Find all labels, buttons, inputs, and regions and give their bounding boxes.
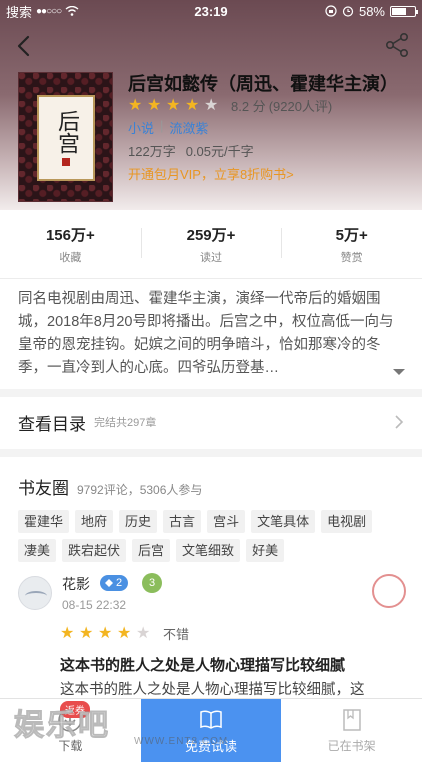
toc-label: 查看目录 [18, 414, 86, 434]
rotation-lock-icon [325, 5, 337, 17]
stat-value: 5万+ [335, 226, 368, 244]
back-button[interactable] [14, 34, 34, 58]
stat-label: 收藏 [59, 251, 82, 264]
user-level-badge: 2 [100, 575, 129, 591]
star-icon: ★ [147, 96, 162, 114]
comment-body: 这本书的胜人之处是人物心理描写比较细腻，这 [60, 682, 365, 698]
topic-tag[interactable]: 文笔具体 [251, 510, 316, 533]
topic-tag[interactable]: 电视剧 [321, 510, 373, 533]
star-icon: ★ [128, 96, 143, 114]
section-gap [0, 449, 422, 457]
category-link[interactable]: 小说 [128, 118, 154, 137]
section-gap [0, 389, 422, 397]
stat-favorites: 156万+ 收藏 [0, 224, 141, 265]
topic-tag[interactable]: 宫斗 [207, 510, 246, 533]
comment-date: 08-15 22:32 [62, 598, 127, 612]
book-rating: ★ ★ ★ ★ ★ 8.2 分 (9220人评) [128, 96, 332, 115]
stat-value: 156万+ [45, 226, 95, 244]
open-book-icon [200, 710, 222, 729]
star-icon: ★ [79, 624, 94, 642]
share-button[interactable] [384, 32, 410, 58]
comment-verdict: 不错 [163, 627, 190, 642]
carrier-label: 搜索 [6, 4, 33, 20]
star-empty-icon: ★ [136, 624, 151, 642]
comment-username[interactable]: 花影 [62, 574, 90, 594]
star-empty-icon: ★ [204, 96, 219, 114]
fan-icon [105, 579, 113, 587]
topic-tag[interactable]: 霍建华 [18, 510, 70, 533]
avatar[interactable] [18, 576, 52, 610]
alarm-icon [342, 6, 354, 17]
word-count: 122万字 [128, 144, 176, 159]
on-shelf-label: 已在书架 [327, 739, 376, 753]
stat-value: 259万+ [186, 226, 236, 244]
comment-rating: ★ ★ ★ ★ ★ 不错 [60, 624, 189, 643]
author-link[interactable]: 流潋紫 [169, 118, 208, 137]
bottom-action-bar: 下载 返券 免费试读 已在书架 [0, 698, 422, 762]
topic-tag[interactable]: 后宫 [132, 539, 171, 562]
expand-description-icon[interactable] [392, 367, 406, 377]
book-club-summary: 9792评论，5306人参与 [77, 483, 203, 497]
download-label: 下载 [58, 739, 83, 753]
user-level-value: 2 [116, 577, 123, 589]
status-bar: 搜索 ●●○○○ 23:19 58% [0, 0, 422, 22]
star-icon: ★ [117, 624, 132, 642]
topic-tags: 霍建华 地府 历史 古言 宫斗 文笔具体 电视剧 凄美 跌宕起伏 后宫 文笔细致… [18, 510, 408, 562]
cover-seal [62, 158, 70, 166]
topic-tag[interactable]: 古言 [163, 510, 202, 533]
coupon-badge: 返券 [60, 701, 90, 718]
toc-chapter-count: 完结共297章 [94, 417, 157, 429]
stat-read: 259万+ 读过 [140, 224, 282, 265]
topic-tag[interactable]: 文笔细致 [176, 539, 241, 562]
chevron-right-icon [395, 415, 404, 429]
meta-separator: | [160, 118, 164, 133]
stat-label: 赞赏 [340, 251, 363, 264]
divider [0, 278, 422, 279]
topic-tag[interactable]: 历史 [119, 510, 158, 533]
book-cover[interactable]: 后宫 [18, 72, 113, 202]
cover-card: 后宫 [37, 95, 95, 181]
book-meta-links: 小说 | 流潋紫 [128, 118, 208, 137]
stat-tips: 5万+ 赞赏 [281, 224, 422, 265]
book-club-header: 书友圈 9792评论，5306人参与 [18, 474, 202, 499]
price-per-thousand: 0.05元/千字 [185, 144, 254, 159]
battery-percent: 58% [358, 3, 385, 19]
free-trial-read-button[interactable]: 免费试读 [140, 699, 282, 762]
star-icon: ★ [185, 96, 200, 114]
book-club-title: 书友圈 [18, 479, 69, 498]
bookshelf-icon [342, 709, 361, 731]
wifi-icon [65, 6, 79, 16]
topic-tag[interactable]: 跌宕起伏 [62, 539, 127, 562]
topic-tag[interactable]: 地府 [75, 510, 114, 533]
battery-icon [390, 5, 418, 17]
table-of-contents-row[interactable]: 查看目录 完结共297章 [0, 397, 422, 447]
rating-score: 8.2 分 [231, 99, 266, 114]
on-shelf-button[interactable]: 已在书架 [281, 699, 422, 762]
cover-title: 后宫 [54, 110, 79, 154]
download-button[interactable]: 下载 返券 [0, 699, 141, 762]
book-description[interactable]: 同名电视剧由周迅、霍建华主演，演绎一代帝后的婚姻围城，2018年8月20号即将播… [18, 288, 406, 380]
book-size-info: 122万字 0.05元/千字 [128, 141, 254, 160]
vip-promo-link[interactable]: 开通包月VIP，立享8折购书> [128, 164, 294, 183]
star-icon: ★ [98, 624, 113, 642]
topic-tag[interactable]: 好美 [246, 539, 285, 562]
book-stats: 156万+ 收藏 259万+ 读过 5万+ 赞赏 [0, 210, 422, 278]
signal-icon: ●●○○○ [36, 5, 62, 17]
seal-stamp-icon [372, 574, 406, 608]
free-trial-read-label: 免费试读 [185, 739, 238, 754]
stat-label: 读过 [200, 251, 222, 264]
topic-tag[interactable]: 凄美 [18, 539, 57, 562]
user-medal-badge: 3 [142, 573, 162, 593]
star-icon: ★ [60, 624, 75, 642]
comment-heading: 这本书的胜人之处是人物心理描写比较细腻 [60, 657, 346, 674]
book-header: 搜索 ●●○○○ 23:19 58% 后宫 后宫如懿传（周迅、霍建华主演） ★ … [0, 0, 422, 210]
star-icon: ★ [166, 96, 181, 114]
book-title: 后宫如懿传（周迅、霍建华主演） [128, 74, 398, 94]
rating-count: (9220人评) [268, 99, 333, 114]
